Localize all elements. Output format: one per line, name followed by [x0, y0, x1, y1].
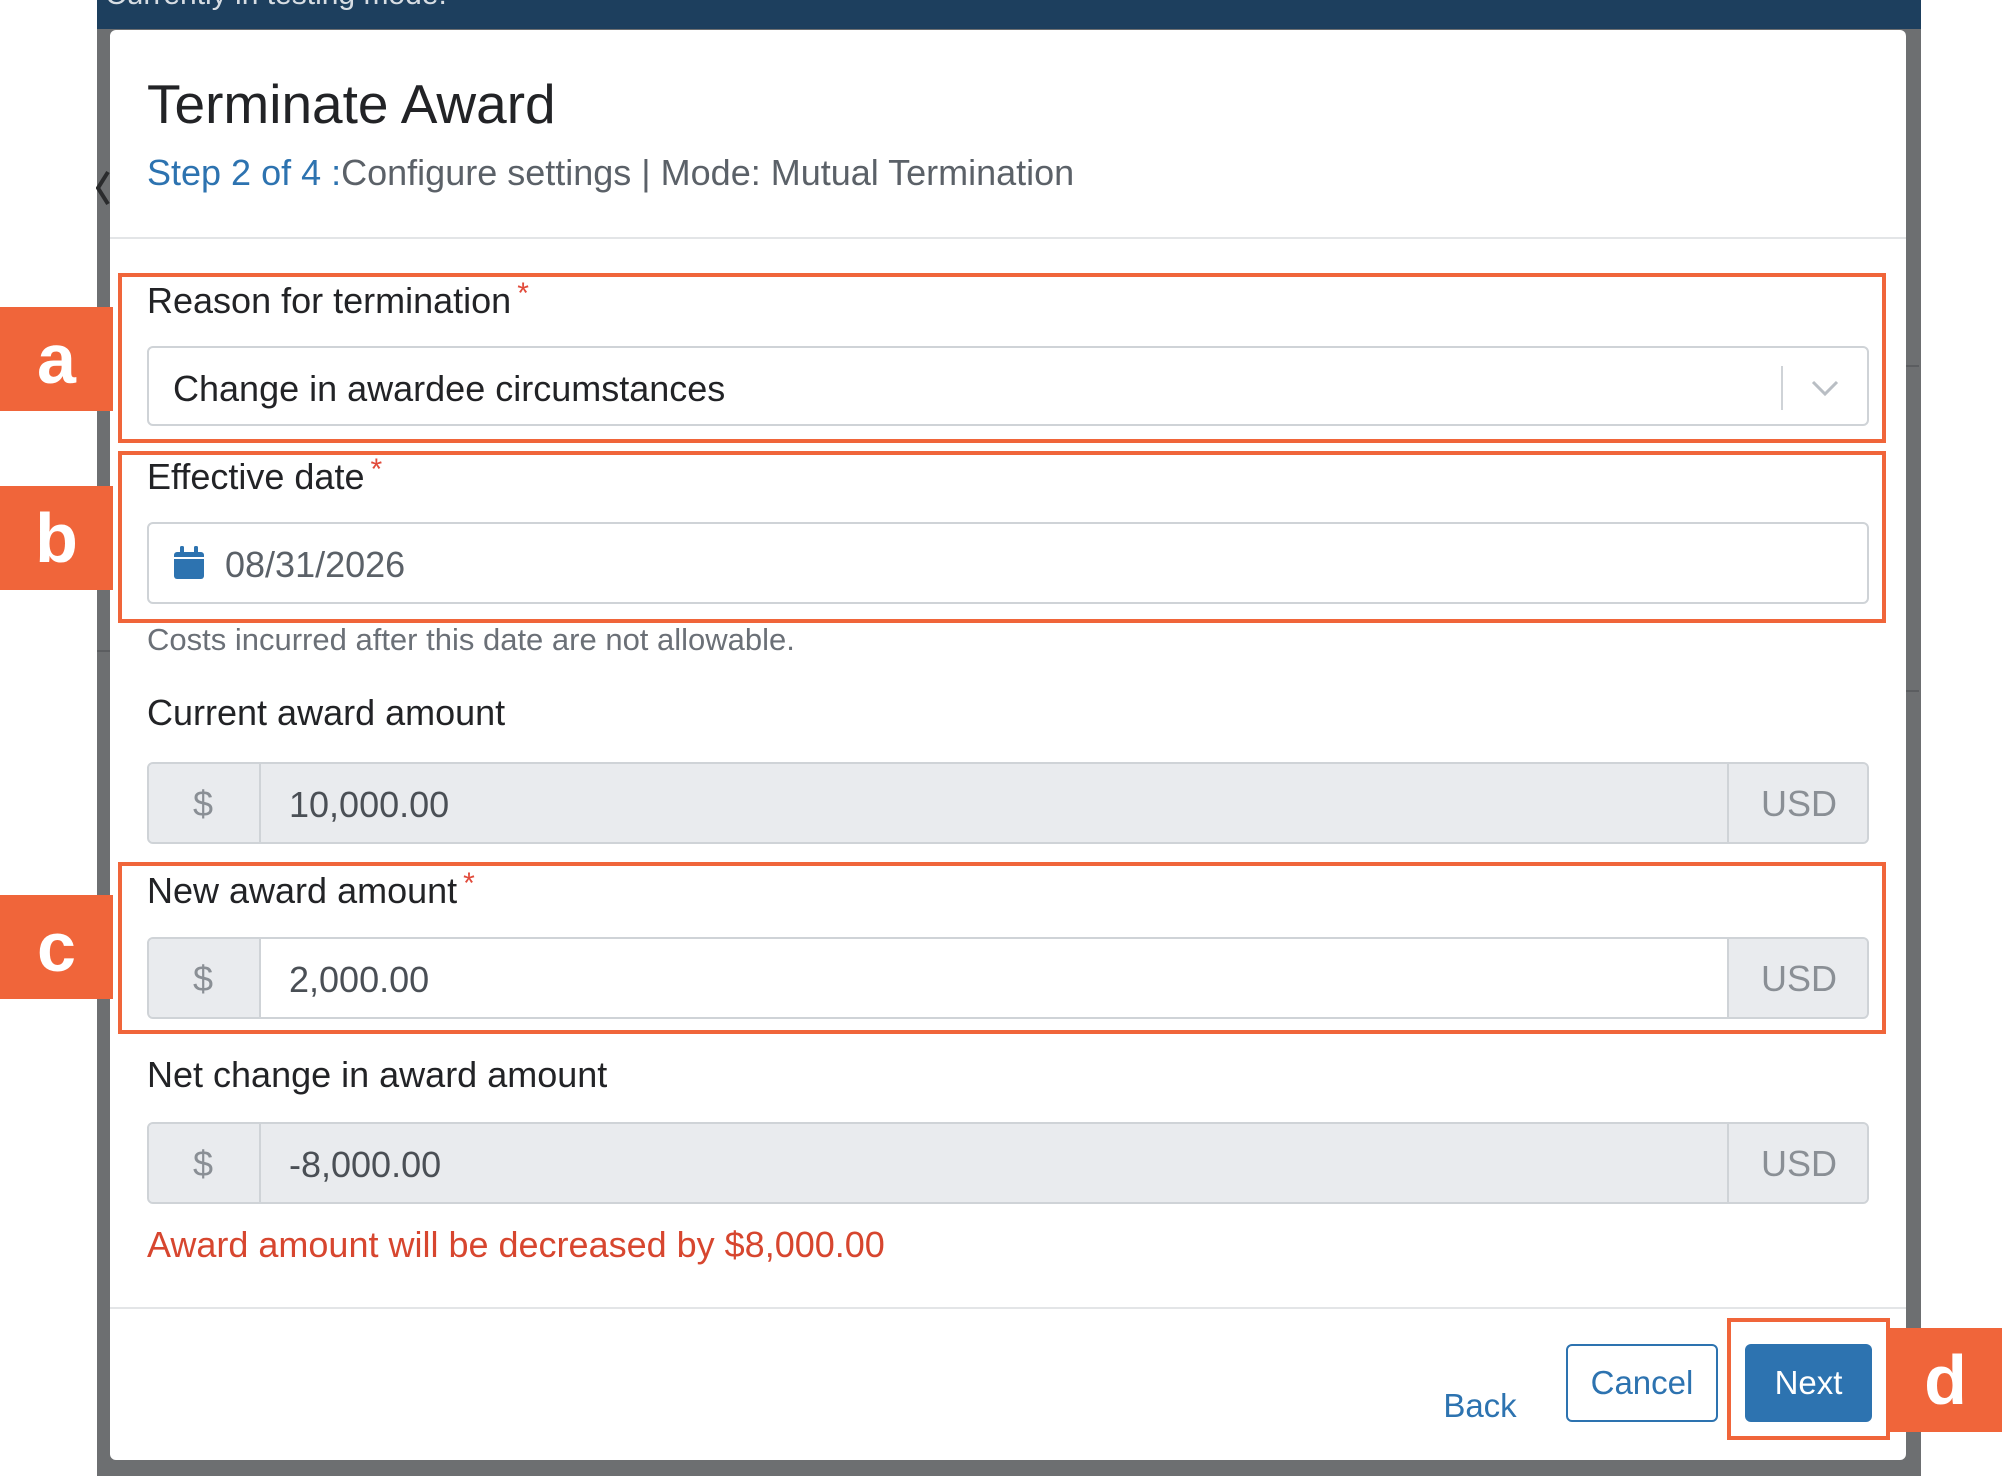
callout-box-d [1727, 1318, 1890, 1440]
back-button[interactable]: Back [1425, 1368, 1535, 1444]
net-change-field: $ -8,000.00 USD [147, 1122, 1869, 1204]
callout-box-a [118, 273, 1886, 443]
callout-box-c [118, 862, 1886, 1034]
testing-mode-banner: Currently in testing mode. [97, 0, 1921, 29]
currency-prefix: $ [149, 764, 261, 842]
step-indicator: Step 2 of 4 : [147, 152, 342, 193]
currency-suffix: USD [1727, 764, 1867, 842]
callout-label-c: c [0, 895, 113, 999]
decrease-warning: Award amount will be decreased by $8,000… [147, 1224, 885, 1265]
modal-header: Terminate Award Step 2 of 4 :Configure s… [110, 30, 1906, 239]
current-amount-label: Current award amount [147, 692, 506, 733]
background-divider [1905, 365, 1919, 367]
modal-subtitle: Step 2 of 4 :Configure settings | Mode: … [147, 152, 1074, 194]
currency-code: USD [1761, 1143, 1838, 1184]
modal-footer-divider [110, 1307, 1906, 1309]
currency-prefix: $ [149, 1124, 261, 1202]
net-change-value: -8,000.00 [289, 1144, 442, 1185]
callout-label-d: d [1889, 1328, 2002, 1432]
currency-suffix: USD [1727, 1124, 1867, 1202]
effective-date-help: Costs incurred after this date are not a… [147, 622, 795, 657]
net-change-label: Net change in award amount [147, 1054, 608, 1095]
currency-code: USD [1761, 783, 1838, 824]
callout-label-b: b [0, 486, 113, 590]
background-divider [97, 650, 111, 652]
cancel-button[interactable]: Cancel [1566, 1344, 1718, 1422]
current-amount-field: $ 10,000.00 USD [147, 762, 1869, 844]
currency-symbol: $ [193, 783, 214, 824]
modal-title: Terminate Award [147, 73, 556, 135]
banner-text: Currently in testing mode. [105, 0, 447, 12]
current-amount-value: 10,000.00 [289, 784, 450, 825]
callout-label-a: a [0, 307, 113, 411]
step-detail: Configure settings | Mode: Mutual Termin… [341, 152, 1075, 193]
callout-box-b [118, 451, 1886, 623]
chevron-left-icon [96, 170, 110, 206]
terminate-award-modal: Terminate Award Step 2 of 4 :Configure s… [110, 30, 1906, 1460]
currency-symbol: $ [193, 1143, 214, 1184]
background-divider [1905, 690, 1919, 692]
